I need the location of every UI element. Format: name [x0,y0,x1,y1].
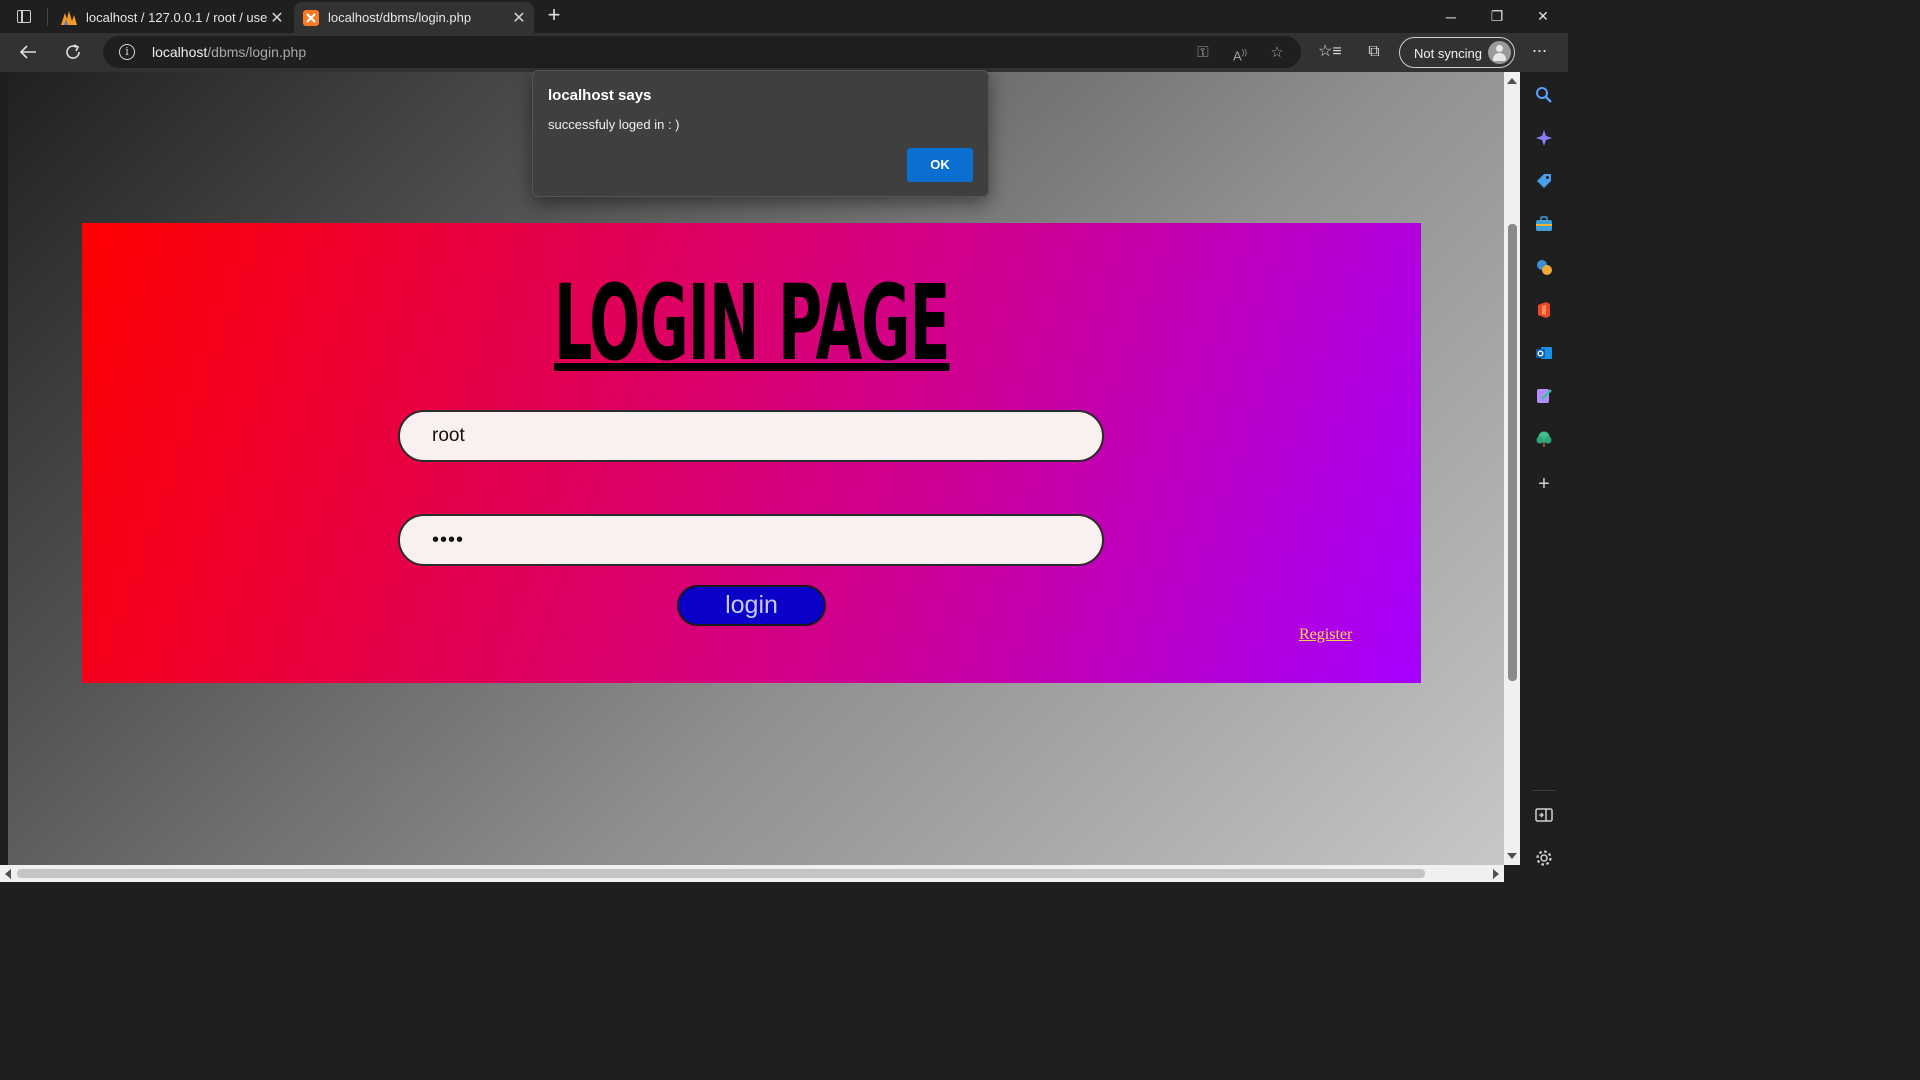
restore-button[interactable]: ❐ [1474,0,1520,33]
close-window-button[interactable]: ✕ [1520,0,1566,33]
refresh-icon [66,44,80,59]
profile-button[interactable]: Not syncing [1399,37,1515,68]
tab-label: localhost/dbms/login.php [328,10,472,25]
key-icon[interactable]: ⚿ [1194,44,1212,62]
login-panel: LOGIN PAGE login Register [82,223,1421,683]
tab-divider [47,8,48,26]
refresh-button[interactable] [59,39,87,65]
dialog-message: successfuly loged in : ) [548,117,680,132]
url-path: /dbms/login.php [207,44,307,60]
add-icon[interactable]: + [1534,473,1554,495]
password-input[interactable] [398,514,1104,566]
phpmyadmin-icon [60,9,78,27]
back-arrow-icon [19,45,36,59]
scroll-down-arrow-icon[interactable] [1507,853,1517,859]
scroll-right-arrow-icon[interactable] [1493,869,1499,879]
profile-label: Not syncing [1414,46,1482,61]
horizontal-scrollbar[interactable] [0,865,1504,882]
settings-icon[interactable] [1534,848,1554,868]
edge-sidebar: + [1520,72,1568,882]
title-bar: localhost / 127.0.0.1 / root / users ✕ l… [0,0,1568,33]
office-icon[interactable] [1534,300,1554,320]
tree-icon[interactable] [1534,429,1554,449]
close-tab-icon[interactable]: ✕ [268,9,286,27]
shopping-tag-icon[interactable] [1534,171,1554,191]
ok-button[interactable]: OK [907,148,973,182]
avatar [1488,41,1511,64]
left-gutter [0,72,8,882]
username-input[interactable] [398,410,1104,462]
outlook-icon[interactable] [1534,343,1554,363]
address-bar[interactable]: i localhost/dbms/login.php ⚿ A)) ☆ [103,36,1301,68]
tab-actions-icon [17,10,31,23]
register-link[interactable]: Register [1299,626,1352,644]
back-button[interactable] [14,39,42,65]
sidebar-divider [1532,790,1556,791]
login-button[interactable]: login [677,585,826,626]
tab-phpmyadmin[interactable]: localhost / 127.0.0.1 / root / users ✕ [52,2,292,33]
site-info-icon[interactable]: i [119,44,135,60]
tab-login-page[interactable]: localhost/dbms/login.php ✕ [294,2,534,33]
drop-icon[interactable] [1534,386,1554,406]
alert-dialog: localhost says successfuly loged in : ) … [532,70,989,197]
navigation-bar: i localhost/dbms/login.php ⚿ A)) ☆ ☆≡ ⧉ … [0,33,1568,72]
tab-label: localhost / 127.0.0.1 / root / users [86,10,268,25]
minimize-button[interactable]: ─ [1428,0,1474,33]
close-tab-icon[interactable]: ✕ [510,9,528,27]
settings-more-button[interactable]: ··· [1527,39,1551,65]
tab-actions-button[interactable] [12,7,36,27]
page-title: LOGIN PAGE [553,262,951,384]
favorites-icon[interactable]: ☆≡ [1318,41,1342,63]
scrollbar-thumb[interactable] [1508,224,1517,681]
collections-icon[interactable]: ⧉ [1363,41,1385,63]
copilot-icon[interactable] [1534,128,1554,148]
add-favorite-icon[interactable]: ☆ [1268,44,1286,62]
read-aloud-icon[interactable]: A)) [1231,44,1249,63]
dialog-title: localhost says [548,87,652,104]
vertical-scrollbar[interactable] [1504,72,1520,865]
url-text[interactable]: localhost/dbms/login.php [152,44,306,60]
split-screen-icon[interactable] [1534,805,1554,825]
games-icon[interactable] [1534,257,1554,277]
scroll-left-arrow-icon[interactable] [5,869,11,879]
tools-icon[interactable] [1534,214,1554,234]
new-tab-button[interactable]: + [542,4,566,27]
search-icon[interactable] [1534,85,1554,105]
xampp-icon [302,9,320,27]
scrollbar-thumb[interactable] [17,869,1425,878]
scroll-up-arrow-icon[interactable] [1507,78,1517,84]
url-host: localhost [152,44,208,60]
